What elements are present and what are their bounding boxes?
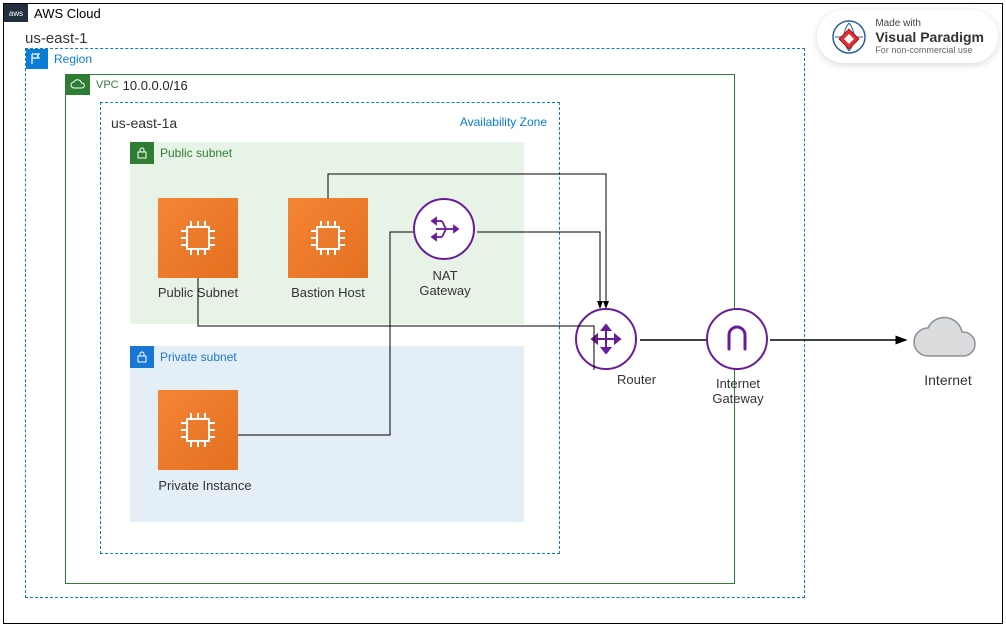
public-subnet-ec2-icon: [158, 198, 238, 278]
region-label: Region: [54, 52, 92, 66]
internet-cloud-icon: [908, 312, 988, 366]
watermark-made-with: Made with: [875, 18, 984, 29]
aws-cloud-header: aws AWS Cloud: [4, 4, 101, 22]
region-flag-icon: [26, 49, 48, 69]
public-subnet-lock-icon: [130, 142, 154, 164]
nat-gateway-icon: [413, 198, 475, 260]
aws-cloud-label: AWS Cloud: [34, 6, 101, 21]
region-name-label: us-east-1: [25, 30, 88, 47]
router-label: Router: [617, 372, 677, 387]
router-icon: [575, 308, 637, 370]
private-subnet-lock-icon: [130, 346, 154, 368]
az-label: Availability Zone: [460, 115, 547, 129]
bastion-host-icon: [288, 198, 368, 278]
private-instance-icon: [158, 390, 238, 470]
region-header: Region: [26, 49, 96, 69]
public-subnet-header: Public subnet: [130, 142, 232, 164]
public-subnet-label: Public subnet: [160, 146, 232, 160]
vpc-label: VPC: [96, 79, 119, 91]
vpc-cidr: 10.0.0.0/16: [123, 78, 188, 93]
visual-paradigm-logo-icon: [831, 19, 867, 55]
private-instance-label: Private Instance: [145, 478, 265, 493]
vpc-header: VPC 10.0.0.0/16: [66, 75, 188, 95]
aws-logo-icon: aws: [4, 4, 28, 22]
watermark-sub: For non-commercial use: [875, 45, 984, 55]
private-subnet-label: Private subnet: [160, 350, 237, 364]
nat-gateway-label: NAT Gateway: [410, 268, 480, 298]
az-name: us-east-1a: [111, 115, 177, 131]
internet-gateway-label: Internet Gateway: [702, 376, 774, 406]
vpc-cloud-icon: [66, 75, 90, 95]
public-subnet-ec2-label: Public Subnet: [150, 285, 246, 300]
visual-paradigm-watermark: Made with Visual Paradigm For non-commer…: [817, 10, 998, 63]
internet-label: Internet: [918, 372, 978, 388]
bastion-host-label: Bastion Host: [278, 285, 378, 300]
watermark-text: Made with Visual Paradigm For non-commer…: [875, 18, 984, 55]
internet-gateway-icon: [706, 308, 768, 370]
watermark-brand: Visual Paradigm: [875, 29, 984, 45]
private-subnet-header: Private subnet: [130, 346, 237, 368]
